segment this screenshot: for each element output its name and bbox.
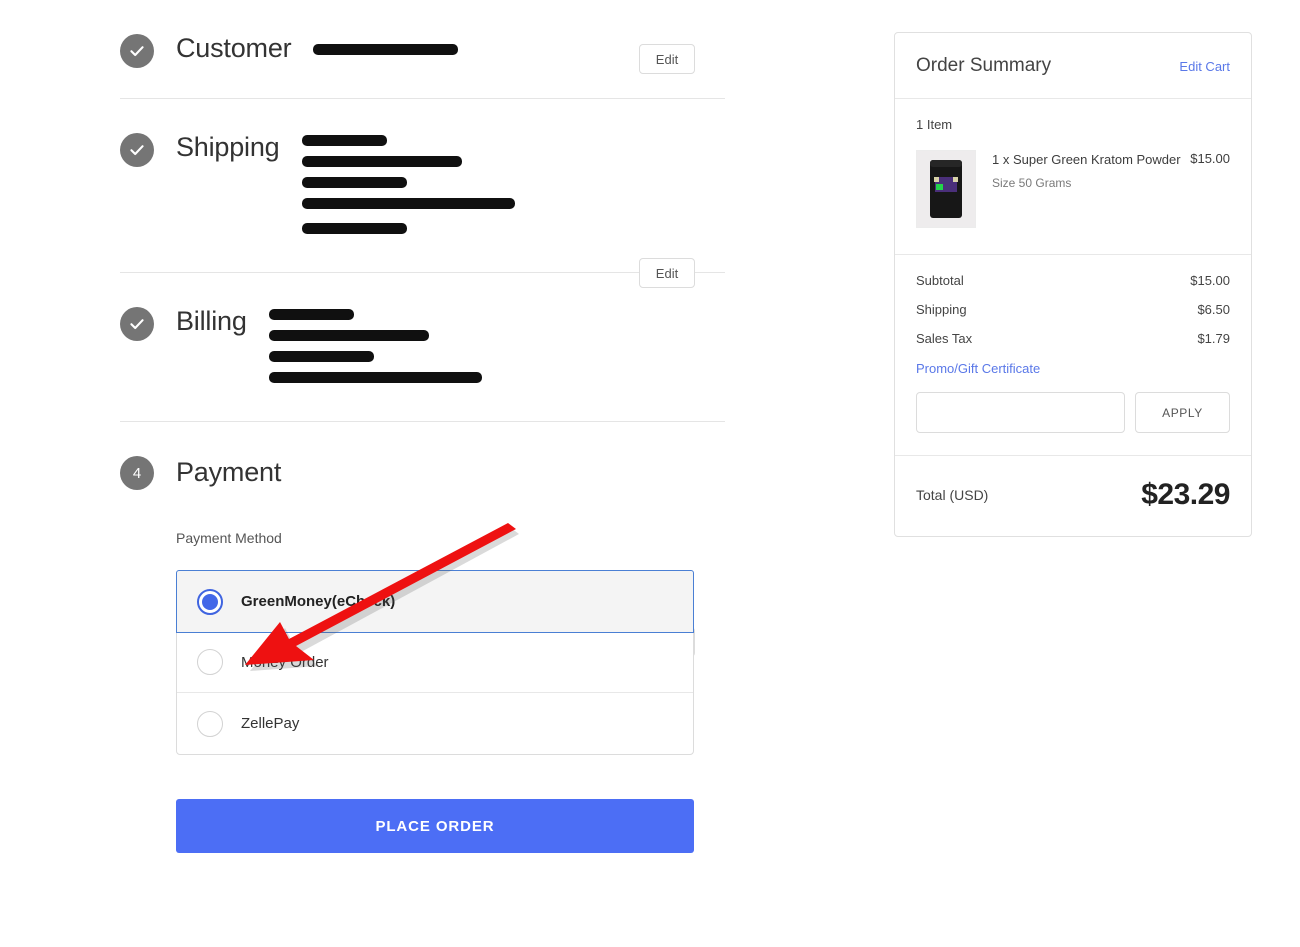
zellepay-radio[interactable]: [197, 710, 223, 737]
redacted-text: [268, 372, 482, 383]
redacted-text: [268, 351, 374, 362]
order-item-name: 1 x Super Green Kratom Powder: [992, 152, 1181, 167]
payment-method-zellepay[interactable]: ZellePay: [177, 693, 693, 754]
step-number: 4: [132, 464, 142, 482]
total-row-shipping: Shipping $6.50: [916, 302, 1230, 317]
subtotal-value: $15.00: [1190, 273, 1230, 288]
check-icon: [120, 307, 154, 341]
step-title-billing: Billing: [176, 306, 247, 336]
billing-redacted-info: [268, 303, 725, 393]
promo-code-input[interactable]: [916, 392, 1125, 433]
step-title-customer: Customer: [176, 33, 292, 63]
order-summary-header: Order Summary Edit Cart: [895, 33, 1251, 99]
check-icon: [120, 133, 154, 167]
payment-method-greenmoney[interactable]: GreenMoney(eCheck): [176, 570, 694, 633]
payment-method-label: Payment Method: [176, 530, 282, 546]
redacted-text: [313, 44, 459, 55]
sales-tax-value: $1.79: [1197, 331, 1230, 346]
step-customer: Customer Edit: [120, 0, 725, 99]
money-order-radio[interactable]: [197, 649, 223, 675]
shipping-value: $6.50: [1197, 302, 1230, 317]
step-title-payment: Payment: [176, 457, 282, 487]
order-summary-panel: Order Summary Edit Cart 1 Item 1 x Super…: [894, 32, 1252, 537]
promo-form: APPLY: [916, 392, 1230, 433]
check-icon: [120, 34, 154, 68]
order-item-price: $15.00: [1190, 151, 1230, 166]
step-shipping: Shipping Edit: [120, 99, 726, 288]
order-item-details: 1 x Super Green Kratom Powder Size 50 Gr…: [976, 150, 1190, 190]
edit-cart-link[interactable]: Edit Cart: [1179, 59, 1230, 74]
redacted-text: [301, 223, 407, 234]
redacted-text: [301, 135, 387, 146]
promo-gift-certificate-link[interactable]: Promo/Gift Certificate: [916, 361, 1040, 376]
apply-promo-button[interactable]: APPLY: [1135, 392, 1230, 433]
step-billing: Billing Edit: [120, 273, 725, 657]
payment-method-label-zellepay: ZellePay: [241, 715, 300, 732]
order-item-row: 1 x Super Green Kratom Powder Size 50 Gr…: [916, 150, 1230, 228]
edit-customer-button[interactable]: Edit: [639, 44, 695, 74]
checkout-page: Customer Edit Shipping Edit Billing 4 Pa…: [0, 0, 1300, 947]
order-totals: Subtotal $15.00 Shipping $6.50 Sales Tax…: [895, 255, 1251, 456]
redacted-text: [301, 177, 407, 188]
step-number-badge: 4: [120, 456, 154, 490]
grand-total-row: Total (USD) $23.29: [895, 456, 1251, 536]
step-title-shipping: Shipping: [176, 132, 280, 162]
total-row-subtotal: Subtotal $15.00: [916, 273, 1230, 288]
step-payment: 4 Payment Payment Method GreenMoney(eChe…: [120, 422, 725, 881]
grand-total-label: Total (USD): [916, 487, 989, 503]
payment-method-label-greenmoney: GreenMoney(eCheck): [241, 593, 396, 610]
payment-method-money-order[interactable]: Money Order: [177, 632, 693, 693]
place-order-button[interactable]: PLACE ORDER: [176, 799, 694, 853]
order-item-variant: Size 50 Grams: [992, 176, 1072, 190]
redacted-text: [301, 156, 462, 167]
item-count-label: 1 Item: [916, 117, 953, 132]
payment-method-list: GreenMoney(eCheck) Money Order ZellePay: [176, 570, 694, 755]
total-row-sales-tax: Sales Tax $1.79: [916, 331, 1230, 346]
subtotal-label: Subtotal: [916, 273, 964, 288]
order-summary-title: Order Summary: [916, 55, 1052, 76]
redacted-text: [268, 309, 354, 320]
grand-total-value: $23.29: [1141, 478, 1230, 511]
redacted-text: [301, 198, 515, 209]
shipping-label: Shipping: [916, 302, 967, 317]
redacted-text: [268, 330, 429, 341]
payment-method-label-money-order: Money Order: [241, 653, 329, 671]
greenmoney-echeck-radio[interactable]: [197, 588, 223, 615]
product-pouch-image: [916, 150, 976, 228]
sales-tax-label: Sales Tax: [916, 331, 973, 346]
order-items: 1 Item 1 x Super Green Kratom Powder Siz…: [895, 99, 1251, 255]
shipping-redacted-info: [301, 129, 726, 244]
checkout-steps: Customer Edit Shipping Edit Billing 4 Pa…: [120, 0, 725, 881]
